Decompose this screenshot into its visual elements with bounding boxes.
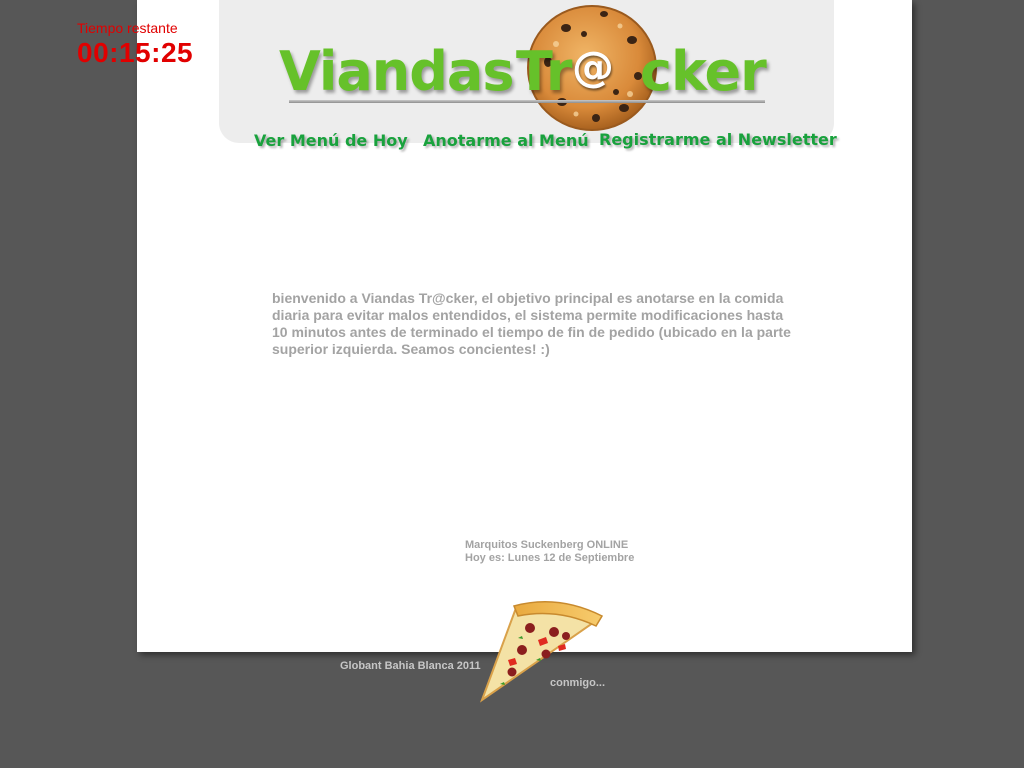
logo-word-cker: cker bbox=[640, 40, 767, 103]
nav-anotarme-al-menu[interactable]: Anotarme al Menú bbox=[423, 131, 589, 150]
user-online-text: Marquitos Suckenberg ONLINE bbox=[465, 539, 629, 551]
logo-word-viandas: Viandas bbox=[279, 40, 514, 103]
logo-word-tr: Tr bbox=[516, 40, 573, 103]
timer-value: 00:15:25 bbox=[77, 37, 194, 68]
welcome-message: bienvenido a Viandas Tr@cker, el objetiv… bbox=[272, 290, 791, 357]
logo-at-symbol: @ bbox=[572, 42, 614, 91]
footer-company: Globant Bahia Blanca 2011 bbox=[340, 660, 481, 672]
current-date-text: Hoy es: Lunes 12 de Septiembre bbox=[465, 552, 635, 564]
logo-underline bbox=[289, 100, 765, 103]
countdown-timer: Tiempo restante 00:15:25 bbox=[77, 20, 193, 70]
nav-ver-menu-de-hoy[interactable]: Ver Menú de Hoy bbox=[254, 131, 408, 150]
user-status: Marquitos Suckenberg ONLINE Hoy es: Lune… bbox=[465, 539, 634, 565]
nav-registrarme-newsletter[interactable]: Registrarme al Newsletter bbox=[599, 130, 837, 149]
timer-label: Tiempo restante bbox=[77, 20, 178, 36]
footer-conmigo-link[interactable]: conmigo... bbox=[550, 677, 605, 689]
